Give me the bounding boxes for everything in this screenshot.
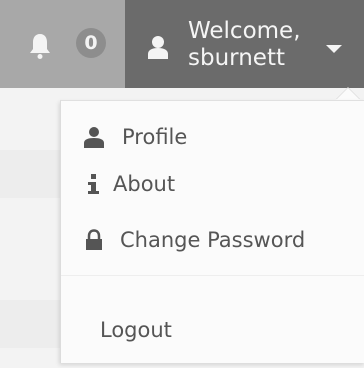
menu-item-profile[interactable]: Profile xyxy=(61,115,364,159)
menu-item-change-password[interactable]: Change Password xyxy=(61,218,364,262)
user-icon xyxy=(147,35,169,59)
menu-divider xyxy=(61,275,364,276)
menu-item-label: About xyxy=(113,172,176,196)
welcome-text: Welcome, sburnett xyxy=(188,18,328,72)
user-icon xyxy=(83,126,105,148)
info-icon xyxy=(83,173,105,195)
user-dropdown-menu: Profile About Change Password Logout xyxy=(60,100,364,363)
welcome-line1: Welcome, xyxy=(188,18,301,44)
bell-icon xyxy=(28,32,52,60)
top-navbar: 0 Welcome, sburnett xyxy=(0,0,364,88)
menu-item-about[interactable]: About xyxy=(61,162,364,206)
menu-item-label: Change Password xyxy=(120,228,306,252)
notification-count-badge: 0 xyxy=(76,28,106,58)
chevron-down-icon xyxy=(326,45,342,53)
menu-item-logout[interactable]: Logout xyxy=(61,308,364,352)
username: sburnett xyxy=(188,45,285,71)
menu-item-label: Profile xyxy=(122,125,188,149)
notifications-button[interactable]: 0 xyxy=(0,0,125,88)
lock-icon xyxy=(83,229,105,251)
menu-item-label: Logout xyxy=(100,318,172,342)
user-menu-toggle[interactable]: Welcome, sburnett xyxy=(125,0,364,88)
dropdown-pointer xyxy=(336,88,360,100)
